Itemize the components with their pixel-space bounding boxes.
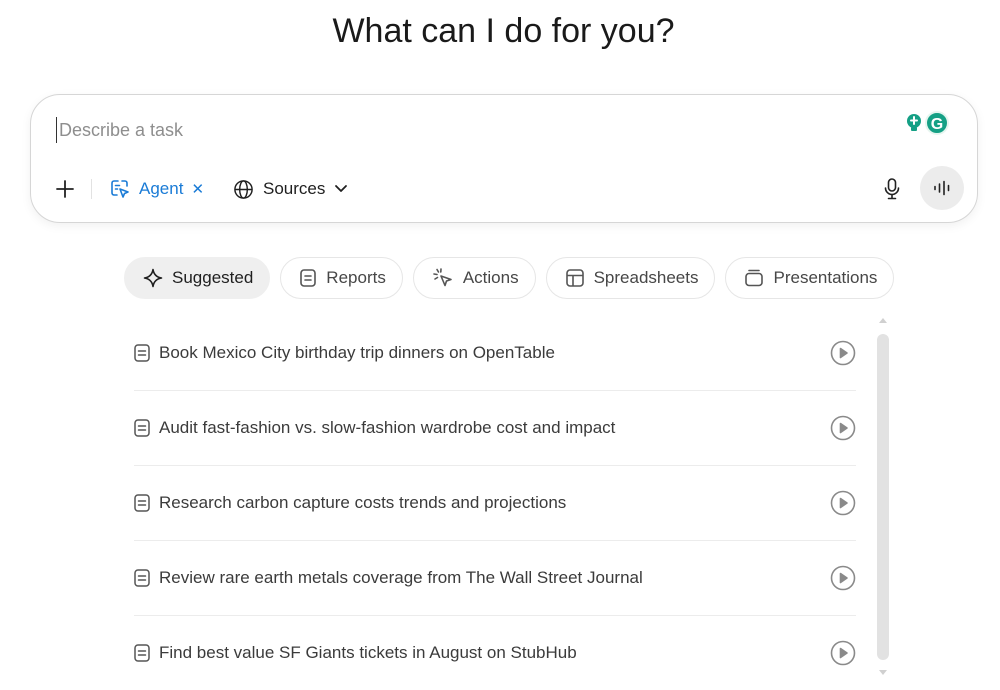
plus-icon xyxy=(56,180,74,198)
lightbulb-icon[interactable] xyxy=(903,112,925,134)
agent-chip[interactable]: Agent ✕ xyxy=(109,175,204,203)
tab-label: Actions xyxy=(462,268,519,287)
tab-label: Spreadsheets xyxy=(593,268,699,287)
agent-label: Agent xyxy=(139,179,184,198)
list-item-text: Find best value SF Giants tickets in Aug… xyxy=(159,643,577,662)
play-icon[interactable] xyxy=(830,565,856,591)
suggestion-tabs: Suggested Reports Actions Spreadsheets P… xyxy=(124,257,895,301)
cursor-click-icon xyxy=(433,268,452,287)
remove-agent-icon[interactable]: ✕ xyxy=(191,180,204,198)
task-input[interactable] xyxy=(56,117,839,143)
document-icon xyxy=(134,494,150,512)
scroll-down-arrow[interactable] xyxy=(879,670,887,675)
add-attachment-button[interactable] xyxy=(51,175,79,203)
play-icon[interactable] xyxy=(830,415,856,441)
tab-label: Reports xyxy=(326,268,386,287)
toolbar-divider xyxy=(91,179,92,199)
tab-suggested[interactable]: Suggested xyxy=(124,257,271,299)
waveform-icon xyxy=(934,180,950,196)
list-item[interactable]: Research carbon capture costs trends and… xyxy=(134,466,856,541)
list-item[interactable]: Audit fast-fashion vs. slow-fashion ward… xyxy=(134,391,856,466)
list-item-text: Book Mexico City birthday trip dinners o… xyxy=(159,343,555,362)
list-item[interactable]: Review rare earth metals coverage from T… xyxy=(134,541,856,616)
chevron-down-icon xyxy=(335,185,348,192)
extension-icons: G xyxy=(899,111,951,135)
tab-spreadsheets[interactable]: Spreadsheets xyxy=(545,257,716,299)
microphone-button[interactable] xyxy=(879,175,905,203)
list-item-text: Review rare earth metals coverage from T… xyxy=(159,568,643,587)
scroll-up-arrow[interactable] xyxy=(879,318,887,323)
scrollbar-thumb[interactable] xyxy=(877,334,889,660)
microphone-icon xyxy=(884,178,900,200)
tab-presentations[interactable]: Presentations xyxy=(725,257,895,299)
tab-label: Presentations xyxy=(773,268,878,287)
tab-reports[interactable]: Reports xyxy=(280,257,403,299)
list-item[interactable]: Find best value SF Giants tickets in Aug… xyxy=(134,616,856,690)
document-icon xyxy=(134,644,150,662)
task-composer: G Agent ✕ Sources xyxy=(30,94,978,223)
sources-dropdown[interactable]: Sources xyxy=(233,175,348,203)
slides-icon xyxy=(745,269,764,287)
list-item-text: Audit fast-fashion vs. slow-fashion ward… xyxy=(159,418,616,437)
agent-cursor-icon xyxy=(111,180,129,198)
suggestion-list: Book Mexico City birthday trip dinners o… xyxy=(134,316,856,690)
document-icon xyxy=(134,419,150,437)
document-icon xyxy=(134,344,150,362)
play-icon[interactable] xyxy=(830,640,856,666)
play-icon[interactable] xyxy=(830,340,856,366)
page-heading: What can I do for you? xyxy=(332,12,675,50)
globe-icon xyxy=(234,179,253,199)
grammar-extension-icon[interactable]: G xyxy=(925,111,949,135)
sources-label: Sources xyxy=(263,179,326,198)
sparkle-icon xyxy=(143,268,163,288)
table-icon xyxy=(565,269,584,287)
list-item[interactable]: Book Mexico City birthday trip dinners o… xyxy=(134,316,856,391)
play-icon[interactable] xyxy=(830,490,856,516)
tab-label: Suggested xyxy=(172,268,254,287)
voice-mode-button[interactable] xyxy=(920,166,964,210)
document-icon xyxy=(300,269,317,287)
tab-actions[interactable]: Actions xyxy=(412,257,536,299)
list-item-text: Research carbon capture costs trends and… xyxy=(159,493,567,512)
document-icon xyxy=(134,569,150,587)
